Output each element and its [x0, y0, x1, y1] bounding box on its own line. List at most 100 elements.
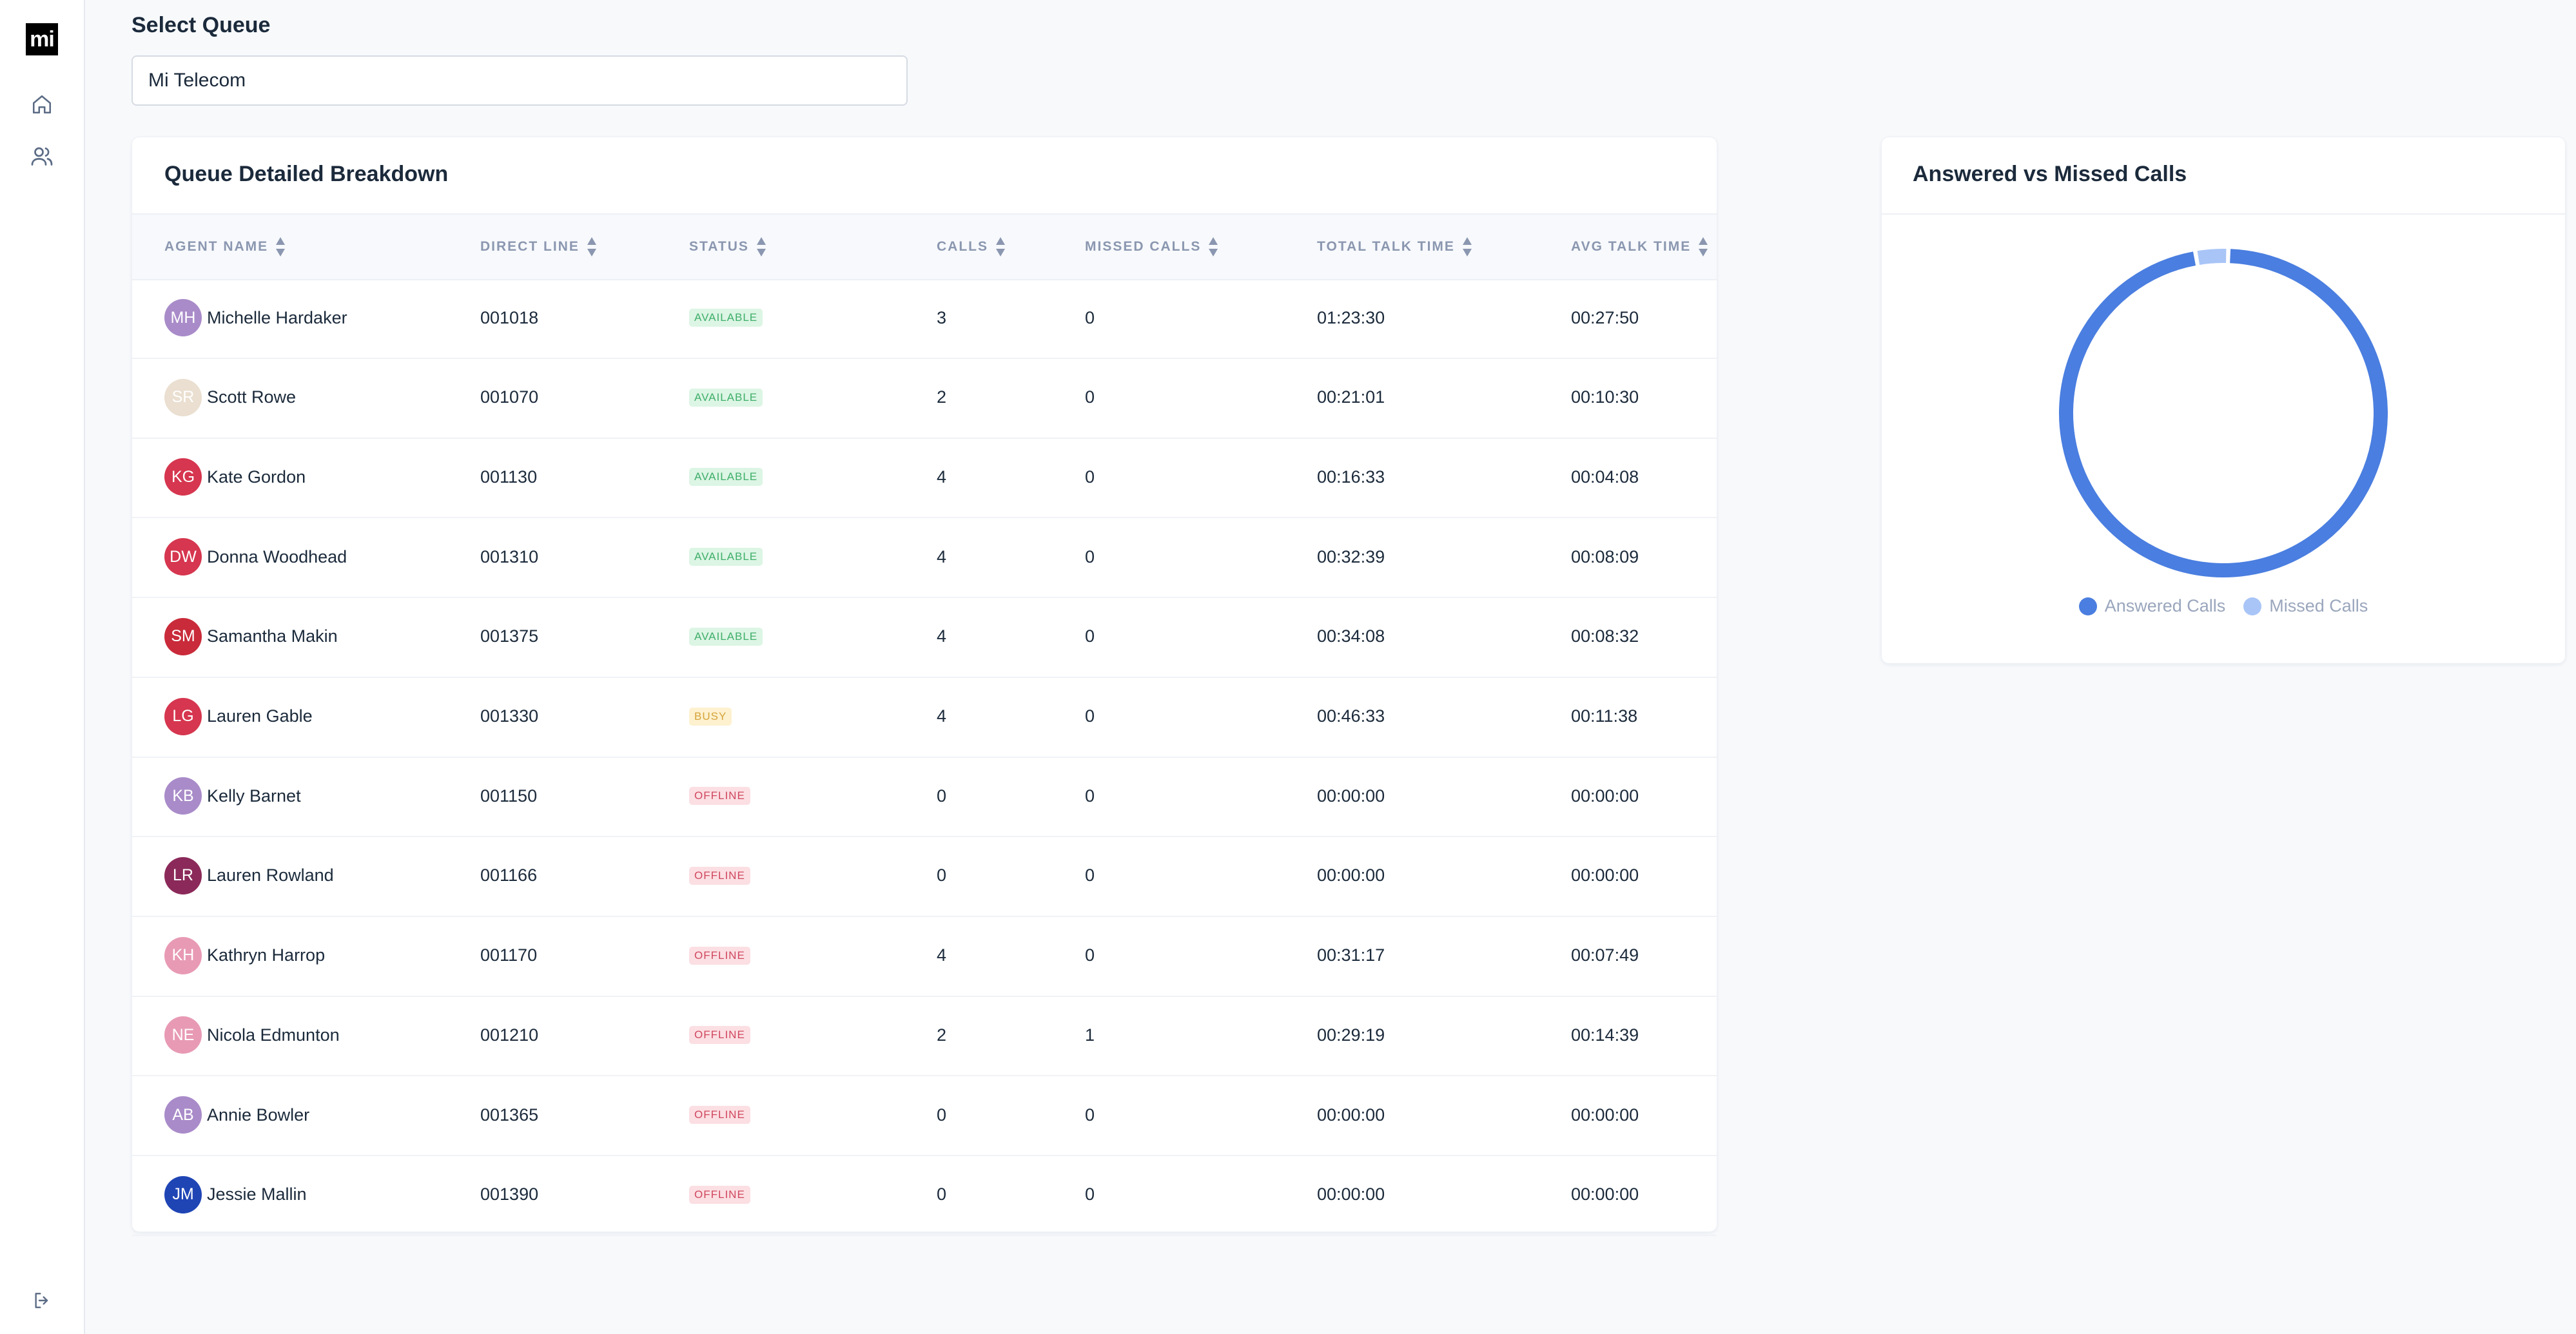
status-cell: AVAILABLE — [689, 358, 763, 438]
direct-line-cell: 001375 — [480, 626, 539, 646]
status-cell: AVAILABLE — [689, 278, 763, 358]
avg-talk-time-cell: 00:08:32 — [1571, 626, 1639, 646]
table-row[interactable]: DW Donna Woodhead 001310 4 0 00:32:39 00:08:09… — [132, 517, 1717, 599]
agent-name: Donna Woodhead — [207, 546, 347, 566]
missed-calls-cell: 0 — [1085, 1184, 1095, 1204]
agent-name: Nicola Edmunton — [207, 1025, 340, 1045]
avatar: LG — [164, 697, 202, 735]
column-header-status[interactable]: STATUS — [689, 215, 767, 279]
column-header-label: MISSED CALLS — [1085, 239, 1202, 254]
sort-icon[interactable] — [995, 236, 1006, 258]
missed-calls-cell: 0 — [1085, 307, 1095, 327]
legend-label: Answered Calls — [2104, 596, 2226, 615]
logout-icon[interactable] — [29, 1288, 55, 1313]
calls-cell: 3 — [937, 307, 947, 327]
sort-icon[interactable] — [1697, 236, 1709, 258]
slice-missed-calls[interactable] — [2197, 249, 2227, 265]
missed-calls-cell: 0 — [1085, 1105, 1095, 1125]
agent-name-cell: KG Kate Gordon — [164, 437, 306, 517]
table-row[interactable]: SR Scott Rowe 001070 2 0 00:21:01 00:10:30 AVAI… — [132, 358, 1717, 439]
legend-label: Missed Calls — [2269, 596, 2368, 615]
table-row[interactable]: KB Kelly Barnet 001150 0 0 00:00:00 00:00:00 OF… — [132, 756, 1717, 838]
avatar: KH — [164, 936, 202, 974]
app-logo[interactable]: mi — [26, 23, 58, 55]
table-row[interactable]: LG Lauren Gable 001330 4 0 00:46:33 00:11:38 BU… — [132, 677, 1717, 758]
agent-name: Kelly Barnet — [207, 786, 301, 806]
column-header-agent-name[interactable]: AGENT NAME — [164, 215, 286, 279]
legend-item-missed[interactable]: Missed Calls — [2243, 596, 2368, 616]
agent-name: Kathryn Harrop — [207, 945, 326, 965]
calls-cell: 4 — [937, 626, 947, 646]
column-header-total-talk-time[interactable]: TOTAL TALK TIME — [1317, 215, 1473, 279]
agent-name: Lauren Rowland — [207, 865, 334, 885]
agent-name-cell: LR Lauren Rowland — [164, 836, 334, 916]
chart-title: Answered vs Missed Calls — [1913, 162, 2187, 186]
table-row[interactable]: KH Kathryn Harrop 001170 4 0 00:31:17 00:07:49… — [132, 916, 1717, 997]
queue-select[interactable]: Mi Telecom — [132, 55, 908, 106]
calls-cell: 4 — [937, 546, 947, 566]
direct-line-cell: 001365 — [480, 1105, 539, 1125]
table-row[interactable]: MH Michelle Hardaker 001018 3 0 01:23:30 00:27… — [132, 278, 1717, 359]
column-header-calls[interactable]: CALLS — [937, 215, 1006, 279]
sort-icon[interactable] — [586, 236, 598, 258]
slice-answered-calls[interactable] — [2059, 249, 2388, 577]
avatar: MH — [164, 299, 202, 336]
total-talk-time-cell: 00:31:17 — [1317, 945, 1385, 965]
sort-icon[interactable] — [756, 236, 767, 258]
total-talk-time-cell: 00:00:00 — [1317, 1184, 1385, 1204]
queue-breakdown-title: Queue Detailed Breakdown — [164, 162, 449, 186]
agent-name-cell: MH Michelle Hardaker — [164, 278, 347, 358]
home-icon[interactable] — [29, 92, 55, 117]
column-header-label: CALLS — [937, 239, 988, 254]
total-talk-time-cell: 00:32:39 — [1317, 546, 1385, 566]
avatar: DW — [164, 538, 202, 576]
agent-name: Scott Rowe — [207, 387, 297, 407]
column-header-missed-calls[interactable]: MISSED CALLS — [1085, 215, 1219, 279]
sort-icon[interactable] — [1461, 236, 1473, 258]
table-row[interactable]: LR Lauren Rowland 001166 0 0 00:00:00 00:00:00… — [132, 836, 1717, 917]
calls-cell: 2 — [937, 387, 947, 407]
status-cell: OFFLINE — [689, 756, 750, 836]
column-header-direct-line[interactable]: DIRECT LINE — [480, 215, 598, 279]
calls-cell: 0 — [937, 1184, 947, 1204]
status-badge: AVAILABLE — [689, 388, 763, 407]
legend-item-answered[interactable]: Answered Calls — [2078, 596, 2226, 616]
status-badge: OFFLINE — [689, 866, 750, 885]
avatar: NE — [164, 1016, 202, 1054]
status-cell: BUSY — [689, 677, 732, 757]
users-icon[interactable] — [29, 143, 55, 169]
queue-label: Select Queue — [132, 13, 271, 37]
table-row[interactable]: JM Jessie Mallin 001390 0 0 00:00:00 00:00:00 O… — [132, 1155, 1717, 1236]
table-row[interactable]: NE Nicola Edmunton 001210 2 1 00:29:19 00:14:3… — [132, 995, 1717, 1077]
total-talk-time-cell: 00:00:00 — [1317, 786, 1385, 806]
status-badge: OFFLINE — [689, 946, 750, 965]
direct-line-cell: 001310 — [480, 546, 539, 566]
column-header-label: TOTAL TALK TIME — [1317, 239, 1455, 254]
avg-talk-time-cell: 00:07:49 — [1571, 945, 1639, 965]
status-badge: OFFLINE — [689, 1026, 750, 1045]
total-talk-time-cell: 00:21:01 — [1317, 387, 1385, 407]
queue-breakdown-card: Queue Detailed Breakdown AGENT NAME DIRE… — [132, 137, 1717, 1236]
calls-cell: 4 — [937, 706, 947, 726]
missed-calls-cell: 0 — [1085, 626, 1095, 646]
agent-name: Lauren Gable — [207, 706, 313, 726]
status-cell: AVAILABLE — [689, 597, 763, 677]
table-row[interactable]: KG Kate Gordon 001130 4 0 00:16:33 00:04:08 AVA… — [132, 437, 1717, 519]
agent-name-cell: SR Scott Rowe — [164, 358, 296, 438]
direct-line-cell: 001166 — [480, 865, 538, 885]
main-content: Select Queue Mi Telecom Queue Detailed B… — [84, 0, 2576, 1334]
column-header-avg-talk-time[interactable]: AVG TALK TIME — [1571, 215, 1709, 279]
agent-name-cell: JM Jessie Mallin — [164, 1155, 307, 1235]
table-row[interactable]: SM Samantha Makin 001375 4 0 00:34:08 00:08:32… — [132, 597, 1717, 678]
sort-icon[interactable] — [275, 236, 286, 258]
avg-talk-time-cell: 00:00:00 — [1571, 1105, 1639, 1125]
agent-name: Annie Bowler — [207, 1105, 310, 1125]
status-badge: OFFLINE — [689, 1185, 750, 1204]
sort-icon[interactable] — [1207, 236, 1219, 258]
missed-calls-cell: 0 — [1085, 706, 1095, 726]
total-talk-time-cell: 00:46:33 — [1317, 706, 1385, 726]
table-row[interactable]: AB Annie Bowler 001365 0 0 00:00:00 00:00:00 OF… — [132, 1075, 1717, 1156]
column-header-label: DIRECT LINE — [480, 239, 580, 254]
avg-talk-time-cell: 00:08:09 — [1571, 546, 1639, 566]
direct-line-cell: 001170 — [480, 945, 538, 965]
